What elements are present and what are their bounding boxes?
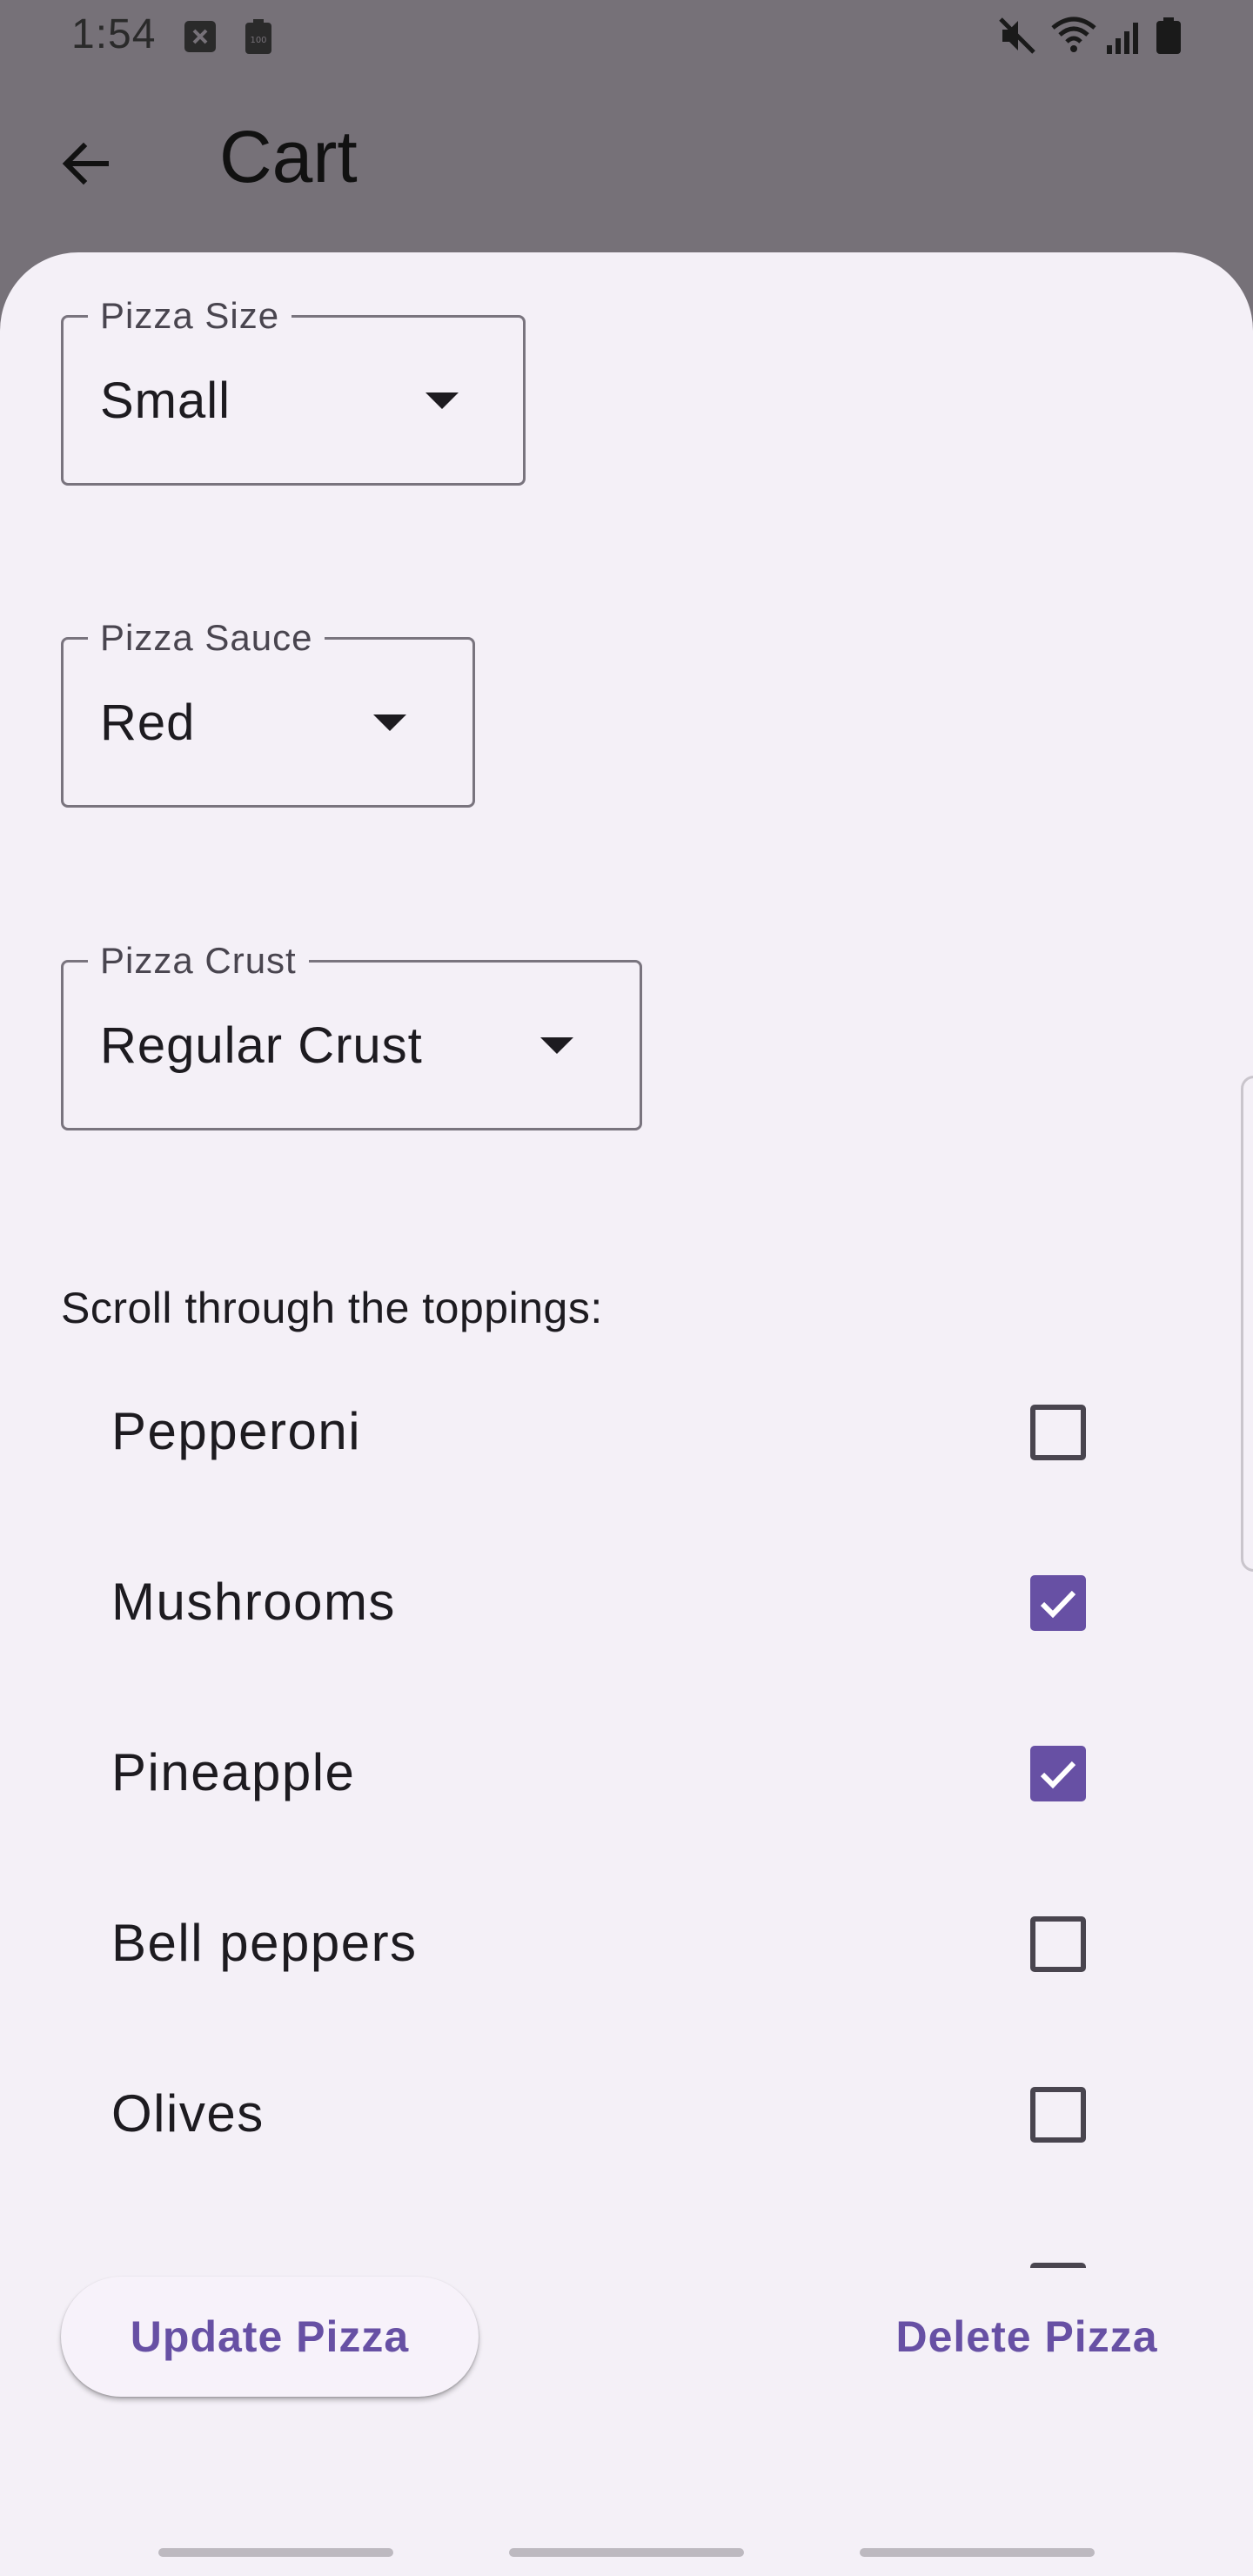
- topping-row-olives[interactable]: Olives: [61, 2033, 1192, 2204]
- topping-label: Olives: [111, 2084, 265, 2143]
- pizza-sauce-dropdown[interactable]: Pizza Sauce Red: [61, 615, 475, 808]
- delete-pizza-button[interactable]: Delete Pizza: [861, 2277, 1192, 2397]
- checkmark-icon: [1040, 1761, 1076, 1789]
- pizza-crust-value: Regular Crust: [100, 1017, 423, 1074]
- topping-label: Pepperoni: [111, 1402, 362, 1460]
- pizza-size-label: Pizza Size: [88, 293, 292, 339]
- topping-checkbox[interactable]: [1030, 1405, 1086, 1460]
- nav-handle-center: [509, 2548, 744, 2557]
- partial-checkbox-edge: [1030, 2263, 1086, 2268]
- dropdown-arrow-icon: [373, 714, 406, 731]
- wifi-icon: [1049, 16, 1098, 56]
- topping-row-pepperoni[interactable]: Pepperoni: [61, 1351, 1192, 1521]
- topping-checkbox[interactable]: [1030, 1575, 1086, 1631]
- pizza-size-dropdown[interactable]: Pizza Size Small: [61, 293, 526, 486]
- edit-pizza-sheet: Pizza Size Small Pizza Sauce Red Pizza C…: [0, 252, 1253, 2576]
- pizza-crust-dropdown[interactable]: Pizza Crust Regular Crust: [61, 938, 642, 1130]
- topping-row-mushrooms[interactable]: Mushrooms: [61, 1521, 1192, 1692]
- topping-label: Pineapple: [111, 1743, 356, 1801]
- mute-icon: [997, 16, 1037, 56]
- topping-label: Bell peppers: [111, 1914, 418, 1972]
- nav-handle-right: [860, 2548, 1095, 2557]
- topping-checkbox[interactable]: [1030, 1916, 1086, 1972]
- nav-handle-left: [158, 2548, 393, 2557]
- scrollbar-thumb[interactable]: [1241, 1076, 1253, 1572]
- topping-checkbox[interactable]: [1030, 1746, 1086, 1801]
- pizza-size-value: Small: [100, 372, 231, 429]
- topping-row-pineapple[interactable]: Pineapple: [61, 1692, 1192, 1862]
- dropdown-arrow-icon: [540, 1037, 573, 1054]
- pizza-sauce-label: Pizza Sauce: [88, 615, 325, 661]
- pizza-crust-label: Pizza Crust: [88, 938, 309, 983]
- svg-text:100: 100: [250, 36, 266, 45]
- dropdown-arrow-icon: [425, 392, 459, 409]
- checkmark-icon: [1040, 1590, 1076, 1619]
- page-title: Cart: [219, 116, 358, 198]
- signal-icon: [1105, 16, 1145, 56]
- notification-blocked-icon: [184, 19, 216, 54]
- arrow-back-icon: [62, 142, 109, 185]
- update-pizza-button[interactable]: Update Pizza: [61, 2277, 479, 2397]
- topping-row-bell-peppers[interactable]: Bell peppers: [61, 1862, 1192, 2033]
- topping-checkbox[interactable]: [1030, 2087, 1086, 2143]
- status-time: 1:54: [71, 11, 157, 57]
- app-bar: Cart: [0, 75, 1253, 252]
- topping-label: Mushrooms: [111, 1573, 396, 1631]
- pizza-sauce-value: Red: [100, 694, 196, 751]
- back-button[interactable]: [45, 124, 125, 204]
- battery-icon: [1156, 16, 1182, 56]
- status-bar: 1:54 100: [0, 0, 1253, 75]
- toppings-heading: Scroll through the toppings:: [61, 1284, 603, 1332]
- battery-saver-icon: 100: [245, 19, 277, 54]
